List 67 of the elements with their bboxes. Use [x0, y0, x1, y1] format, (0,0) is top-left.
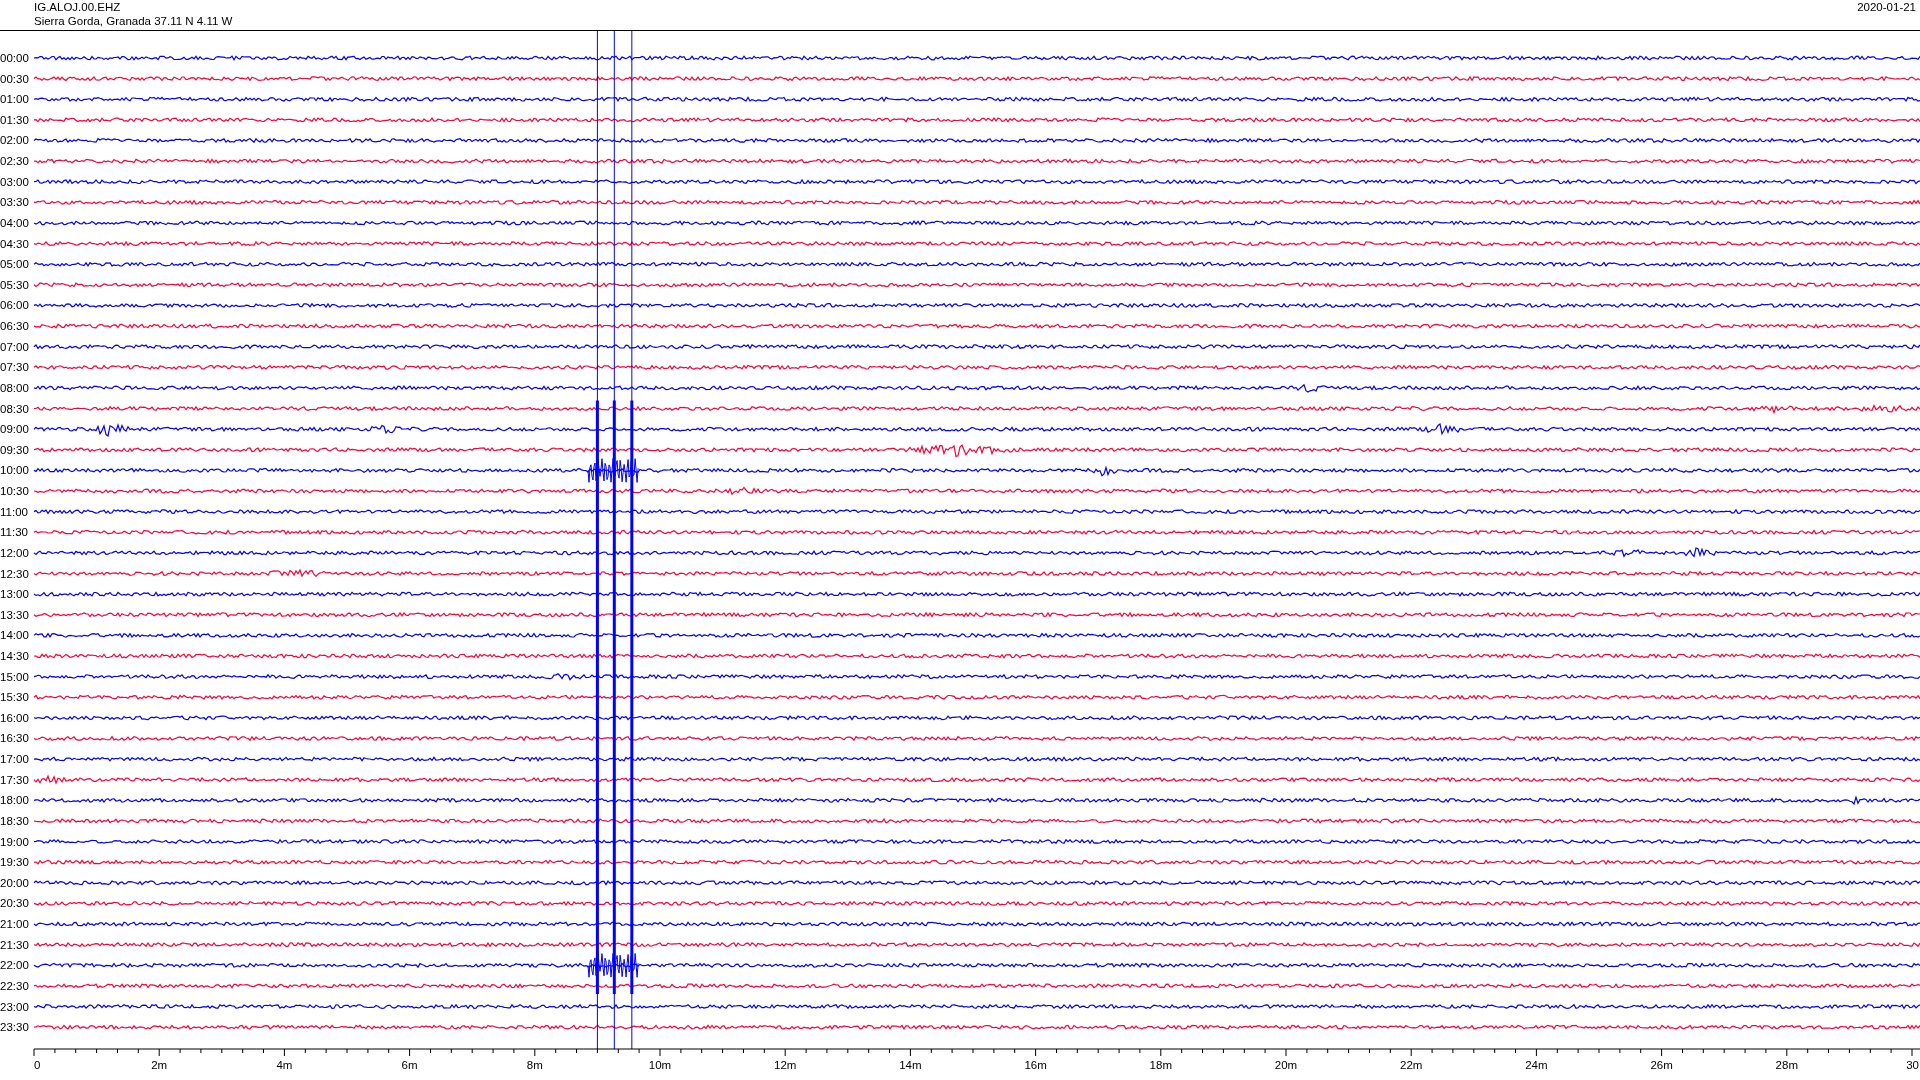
time-label: 03:00 [0, 175, 29, 188]
axis-tick-label: 10m [648, 1059, 672, 1071]
time-label: 11:30 [0, 526, 28, 539]
axis-tick-label: 8m [526, 1059, 543, 1071]
axis-tick-label: 18m [1149, 1059, 1172, 1071]
time-label: 22:30 [0, 979, 29, 992]
axis-tick-label: 4m [276, 1059, 293, 1071]
time-label: 01:00 [0, 93, 29, 106]
axis-tick-label: 0 [34, 1059, 41, 1071]
axis-tick-label: 28m [1775, 1059, 1798, 1071]
date-label: 2020-01-21 [1857, 0, 1917, 15]
time-label: 02:30 [0, 155, 29, 168]
time-label: 02:00 [0, 134, 29, 147]
time-label: 08:00 [0, 381, 29, 394]
axis-tick-label: 30 [1906, 1059, 1919, 1071]
time-label: 09:30 [0, 443, 29, 456]
time-label: 00:00 [0, 52, 29, 64]
time-label: 07:00 [0, 340, 29, 353]
axis-tick-label: 24m [1525, 1059, 1548, 1071]
time-label: 19:00 [0, 835, 29, 848]
time-label: 08:30 [0, 402, 29, 415]
time-label: 05:00 [0, 258, 29, 271]
time-label: 13:00 [0, 588, 29, 601]
time-label: 21:30 [0, 938, 29, 951]
time-label: 22:00 [0, 959, 29, 972]
time-label: 19:30 [0, 856, 29, 869]
axis-tick-label: 20m [1274, 1059, 1298, 1071]
time-label: 13:30 [0, 608, 29, 621]
time-label: 04:00 [0, 216, 29, 229]
axis-tick-label: 16m [1024, 1059, 1047, 1071]
station-code: IG.ALOJ.00.EHZ [34, 0, 122, 14]
time-label: 10:30 [0, 485, 29, 497]
time-label: 03:30 [0, 196, 29, 209]
time-label: 11:00 [0, 505, 28, 518]
axis-tick-label: 14m [899, 1059, 922, 1071]
axis-tick-label: 6m [401, 1059, 418, 1071]
time-label: 23:30 [0, 1021, 29, 1034]
time-label: 09:00 [0, 423, 29, 436]
time-label: 05:30 [0, 278, 29, 291]
station-location: Sierra Gorda, Granada 37.11 N 4.11 W [34, 14, 233, 28]
time-label: 10:00 [0, 464, 29, 477]
time-label: 06:30 [0, 320, 29, 333]
time-label: 17:00 [0, 753, 29, 766]
time-label: 15:00 [0, 670, 29, 683]
time-label: 01:30 [0, 113, 29, 126]
time-label: 14:30 [0, 650, 29, 662]
time-label: 17:30 [0, 773, 29, 786]
time-label: 23:00 [0, 1000, 29, 1013]
time-label: 18:30 [0, 814, 29, 827]
axis-tick-label: 22m [1400, 1059, 1423, 1071]
time-label: 12:00 [0, 546, 29, 559]
axis-tick-label: 26m [1650, 1059, 1673, 1071]
time-label: 20:00 [0, 876, 29, 889]
time-label: 00:30 [0, 72, 29, 85]
axis-tick-label: 2m [151, 1059, 168, 1071]
axis-tick-label: 12m [774, 1059, 797, 1071]
time-label: 06:00 [0, 299, 29, 312]
time-label: 15:30 [0, 691, 29, 704]
time-label: 04:30 [0, 237, 29, 250]
time-label: 07:30 [0, 361, 29, 374]
time-label: 16:30 [0, 732, 29, 745]
time-label: 20:30 [0, 897, 29, 910]
time-label: 21:00 [0, 918, 29, 931]
time-label: 18:00 [0, 794, 29, 807]
time-label: 16:00 [0, 711, 29, 724]
time-label: 12:30 [0, 567, 29, 580]
time-label: 14:00 [0, 629, 29, 642]
